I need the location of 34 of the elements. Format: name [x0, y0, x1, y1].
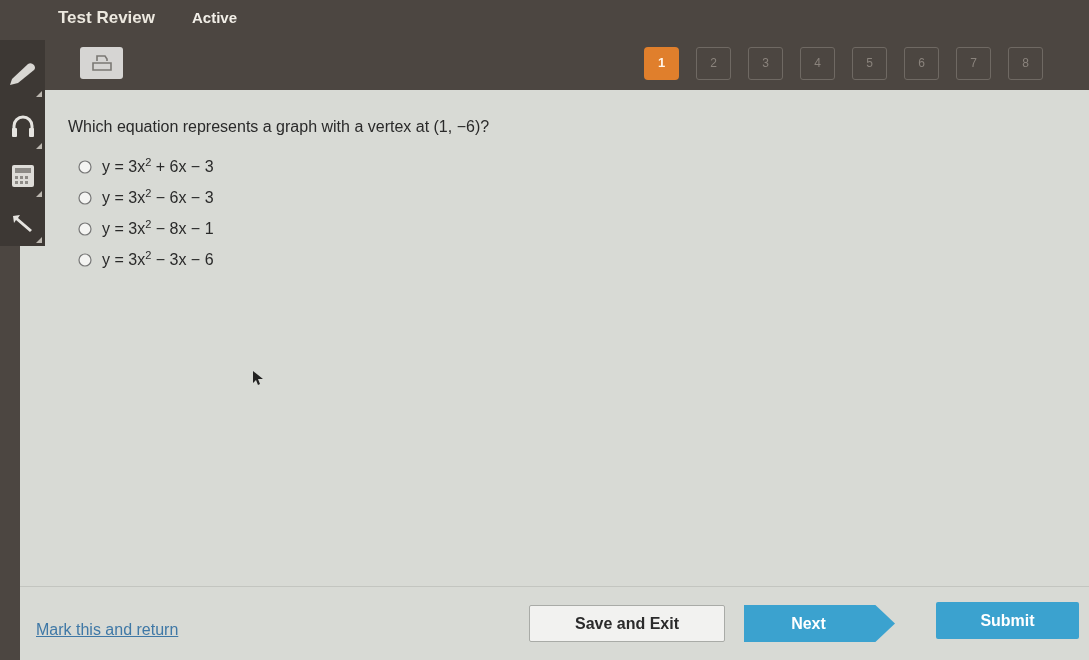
question-number-tab[interactable]: 6 — [904, 46, 939, 80]
next-button[interactable]: Next — [744, 605, 895, 642]
answer-option: y = 3x$^{2}$ − 3x − 6 — [102, 247, 214, 272]
radio-button[interactable] — [78, 252, 92, 267]
question-number-tab[interactable]: 8 — [1008, 46, 1043, 80]
corner-triangle-icon — [36, 191, 42, 197]
headphones-icon[interactable] — [10, 115, 35, 137]
corner-triangle-icon — [36, 91, 42, 97]
question-number-tab[interactable]: 7 — [956, 46, 991, 80]
question-number-tab[interactable]: 5 — [852, 46, 887, 80]
pointer-arrow-icon[interactable] — [11, 214, 34, 232]
answer-option: y = 3x$^{2}$ + 6x − 3 — [102, 154, 214, 179]
question-number-tab[interactable]: 2 — [696, 46, 731, 80]
question-number-tab[interactable]: 1 — [644, 46, 679, 80]
question-number-tab[interactable]: 3 — [748, 46, 783, 80]
mark-and-return-link[interactable]: Mark this and return — [36, 618, 179, 642]
submit-button[interactable]: Submit — [936, 602, 1079, 639]
answer-option: y = 3x$^{2}$ − 6x − 3 — [102, 185, 214, 210]
radio-button[interactable] — [78, 221, 92, 236]
corner-triangle-icon — [36, 237, 42, 243]
printer-icon — [90, 54, 113, 72]
radio-button[interactable] — [78, 159, 92, 174]
answer-option: y = 3x$^{2}$ − 8x − 1 — [102, 216, 214, 241]
save-and-exit-button[interactable]: Save and Exit — [529, 605, 725, 642]
question-prompt: Which equation represents a graph with a vertex at (1, −6)? — [68, 117, 491, 137]
status-label: Active — [192, 7, 238, 28]
question-number-tab[interactable]: 4 — [800, 46, 835, 80]
corner-triangle-icon — [36, 143, 42, 149]
mouse-cursor-icon — [253, 371, 264, 386]
pencil-icon[interactable] — [7, 61, 38, 87]
page-title: Test Review — [58, 7, 155, 30]
radio-button[interactable] — [78, 190, 92, 205]
calculator-icon[interactable] — [11, 165, 34, 187]
print-button[interactable] — [80, 47, 123, 79]
